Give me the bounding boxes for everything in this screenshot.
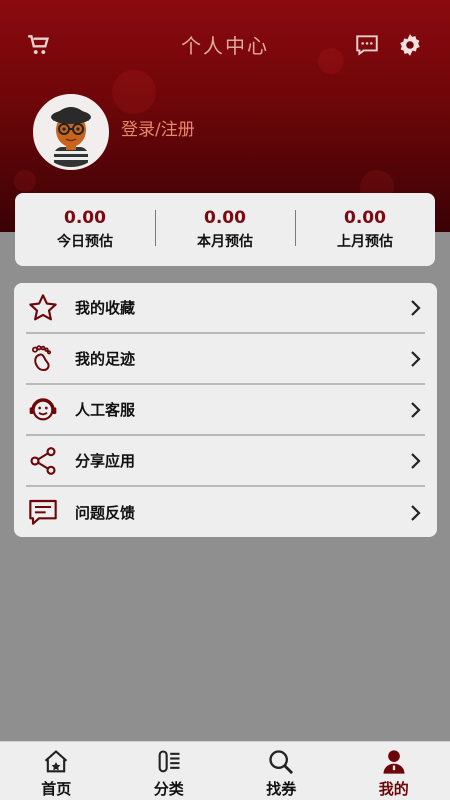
decor-bubble <box>112 70 156 114</box>
tab-mine[interactable]: 我的 <box>338 742 450 800</box>
bottom-tab-bar: 首页 分类 找券 我的 <box>0 741 450 800</box>
footprint-icon <box>26 342 60 376</box>
menu-label: 分享应用 <box>75 452 136 470</box>
chevron-right-icon <box>411 401 421 418</box>
stat-today[interactable]: 0.00 今日预估 <box>15 208 155 251</box>
user-icon <box>383 750 405 774</box>
stat-value: 0.00 <box>204 208 246 228</box>
category-icon <box>158 750 180 773</box>
tab-label: 分类 <box>153 780 184 798</box>
tab-label: 首页 <box>41 780 72 798</box>
home-icon <box>45 750 68 773</box>
tab-find-coupons[interactable]: 找券 <box>225 742 338 800</box>
chevron-right-icon <box>411 299 421 316</box>
chevron-right-icon <box>411 350 421 367</box>
stat-last-month[interactable]: 0.00 上月预估 <box>295 208 435 251</box>
tab-label: 找券 <box>266 780 297 798</box>
stat-label: 上月预估 <box>337 234 393 250</box>
login-register-link[interactable]: 登录/注册 <box>121 115 195 140</box>
earnings-stats-card: 0.00 今日预估 0.00 本月预估 0.00 上月预估 <box>15 193 435 266</box>
avatar[interactable] <box>33 94 109 170</box>
stat-label: 今日预估 <box>57 234 113 250</box>
menu-item-feedback[interactable]: 问题反馈 <box>26 487 425 538</box>
share-icon <box>26 444 60 478</box>
tab-home[interactable]: 首页 <box>0 742 113 800</box>
menu-item-favorites[interactable]: 我的收藏 <box>26 283 425 334</box>
menu-label: 我的足迹 <box>75 350 136 368</box>
tab-label: 我的 <box>378 780 409 798</box>
top-bar: 个人中心 <box>0 24 450 68</box>
menu-label: 问题反馈 <box>75 504 136 522</box>
menu-list: 我的收藏 我的足迹 人工客服 分享应用 问题反馈 <box>14 283 437 537</box>
chevron-right-icon <box>411 504 421 521</box>
feedback-icon <box>26 496 60 530</box>
message-icon[interactable] <box>354 32 384 62</box>
menu-label: 我的收藏 <box>75 299 136 317</box>
decor-bubble <box>14 170 36 192</box>
menu-label: 人工客服 <box>75 401 136 419</box>
stat-label: 本月预估 <box>197 234 253 250</box>
gear-icon[interactable] <box>397 32 427 62</box>
stat-value: 0.00 <box>344 208 386 228</box>
stat-value: 0.00 <box>64 208 106 228</box>
menu-item-footprints[interactable]: 我的足迹 <box>26 334 425 385</box>
customer-service-icon <box>26 393 60 427</box>
stat-this-month[interactable]: 0.00 本月预估 <box>155 208 295 251</box>
menu-item-share-app[interactable]: 分享应用 <box>26 436 425 487</box>
menu-item-customer-service[interactable]: 人工客服 <box>26 385 425 436</box>
tab-category[interactable]: 分类 <box>113 742 226 800</box>
star-icon <box>26 291 60 325</box>
search-icon <box>269 750 294 775</box>
chevron-right-icon <box>411 452 421 469</box>
